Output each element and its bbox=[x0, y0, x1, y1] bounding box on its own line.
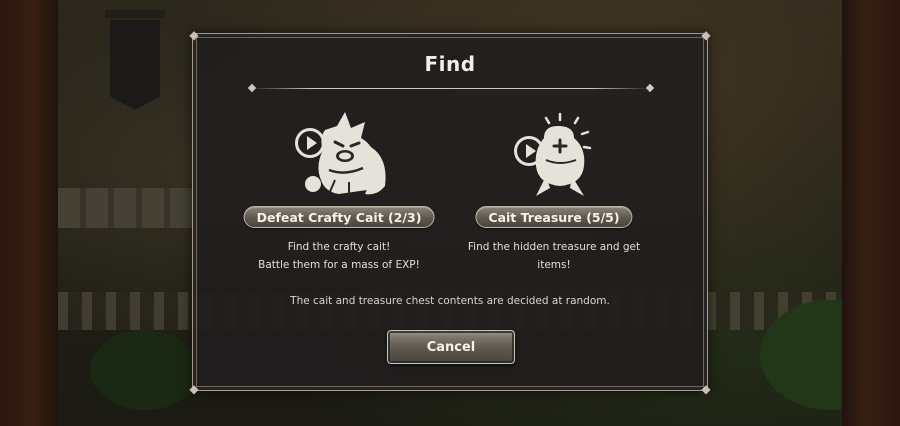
defeat-crafty-cait-button[interactable]: Defeat Crafty Cait (2/3) bbox=[243, 206, 435, 228]
corner-ornament-icon: ◆ bbox=[701, 28, 711, 42]
corner-ornament-icon: ◆ bbox=[189, 382, 199, 396]
description-line: Find the crafty cait! bbox=[287, 241, 391, 253]
option-description: Find the crafty cait! Battle them for a … bbox=[239, 238, 439, 274]
treasure-bag-icon[interactable] bbox=[494, 104, 614, 204]
corner-ornament-icon: ◆ bbox=[189, 28, 199, 42]
cancel-button[interactable]: Cancel bbox=[387, 330, 515, 364]
play-icon bbox=[295, 128, 325, 158]
find-dialog: ◆ ◆ ◆ ◆ Find Defeat Crafty Cait (2/3) Fi… bbox=[189, 28, 710, 396]
corner-ornament-icon: ◆ bbox=[701, 382, 711, 396]
option-defeat-crafty-cait: Defeat Crafty Cait (2/3) Find the crafty… bbox=[239, 94, 439, 271]
cait-cat-illustration bbox=[305, 112, 386, 196]
description-line: Find the hidden treasure and get items! bbox=[467, 241, 641, 271]
description-line: Battle them for a mass of EXP! bbox=[258, 259, 420, 271]
option-description: Find the hidden treasure and get items! bbox=[454, 238, 654, 274]
random-contents-note: The cait and treasure chest contents are… bbox=[290, 295, 610, 307]
treasure-bag-illustration bbox=[535, 112, 592, 196]
cait-cat-icon[interactable] bbox=[279, 104, 399, 204]
play-icon bbox=[514, 136, 544, 166]
cait-treasure-button[interactable]: Cait Treasure (5/5) bbox=[475, 206, 633, 228]
dialog-title: Find bbox=[424, 52, 476, 76]
title-divider bbox=[247, 83, 655, 93]
option-cait-treasure: Cait Treasure (5/5) Find the hidden trea… bbox=[454, 94, 654, 271]
